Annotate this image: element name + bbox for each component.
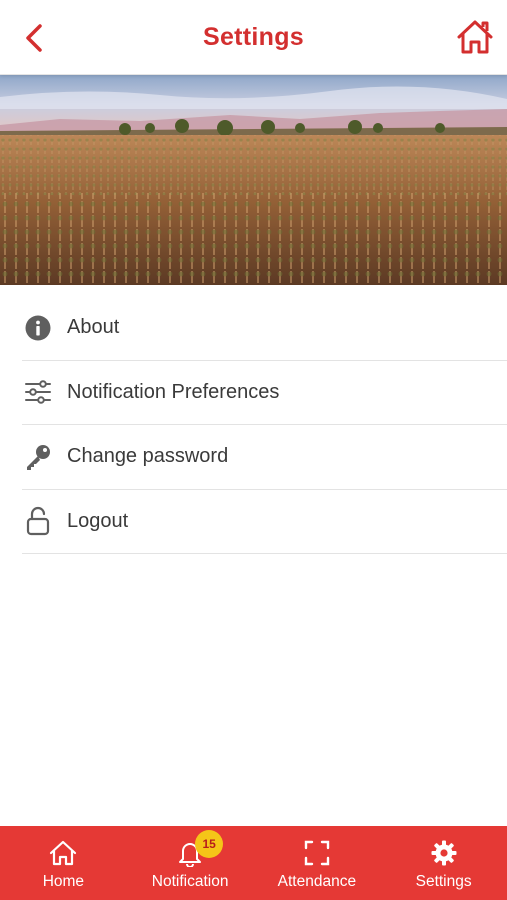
menu-item-label: Logout <box>67 509 129 532</box>
menu-item-notification-preferences[interactable]: Notification Preferences <box>22 361 507 425</box>
info-icon <box>22 312 54 344</box>
settings-menu: About Notification Preferences Change pa… <box>22 296 507 554</box>
nav-item-home[interactable]: Home <box>0 826 127 900</box>
home-icon <box>457 20 493 54</box>
nav-label: Attendance <box>277 873 357 890</box>
nav-item-settings[interactable]: Settings <box>380 826 507 900</box>
menu-item-about[interactable]: About <box>22 296 507 361</box>
nav-item-notification[interactable]: 15 Notification <box>127 826 254 900</box>
key-icon <box>22 441 54 473</box>
menu-item-change-password[interactable]: Change password <box>22 425 507 490</box>
home-icon <box>48 838 78 868</box>
menu-item-label: About <box>67 316 120 339</box>
app-header: Settings <box>0 0 507 75</box>
notification-count-badge: 15 <box>195 830 224 858</box>
scan-icon <box>302 838 332 868</box>
nav-label: Home <box>42 873 85 890</box>
banner-image <box>0 75 507 285</box>
nav-label: Settings <box>415 873 472 890</box>
home-button[interactable] <box>455 17 495 57</box>
back-button[interactable] <box>18 20 50 56</box>
unlock-icon <box>22 505 54 537</box>
menu-item-label: Change password <box>67 445 229 468</box>
nav-label: Notification <box>151 873 229 890</box>
bottom-navigation: Home 15 Notification Attendance Settings <box>0 826 507 900</box>
sliders-icon <box>22 376 54 408</box>
menu-item-label: Notification Preferences <box>67 380 280 403</box>
page-title: Settings <box>202 22 305 51</box>
gear-icon <box>429 838 459 868</box>
chevron-left-icon <box>26 24 42 52</box>
nav-item-attendance[interactable]: Attendance <box>254 826 381 900</box>
menu-item-logout[interactable]: Logout <box>22 490 507 554</box>
